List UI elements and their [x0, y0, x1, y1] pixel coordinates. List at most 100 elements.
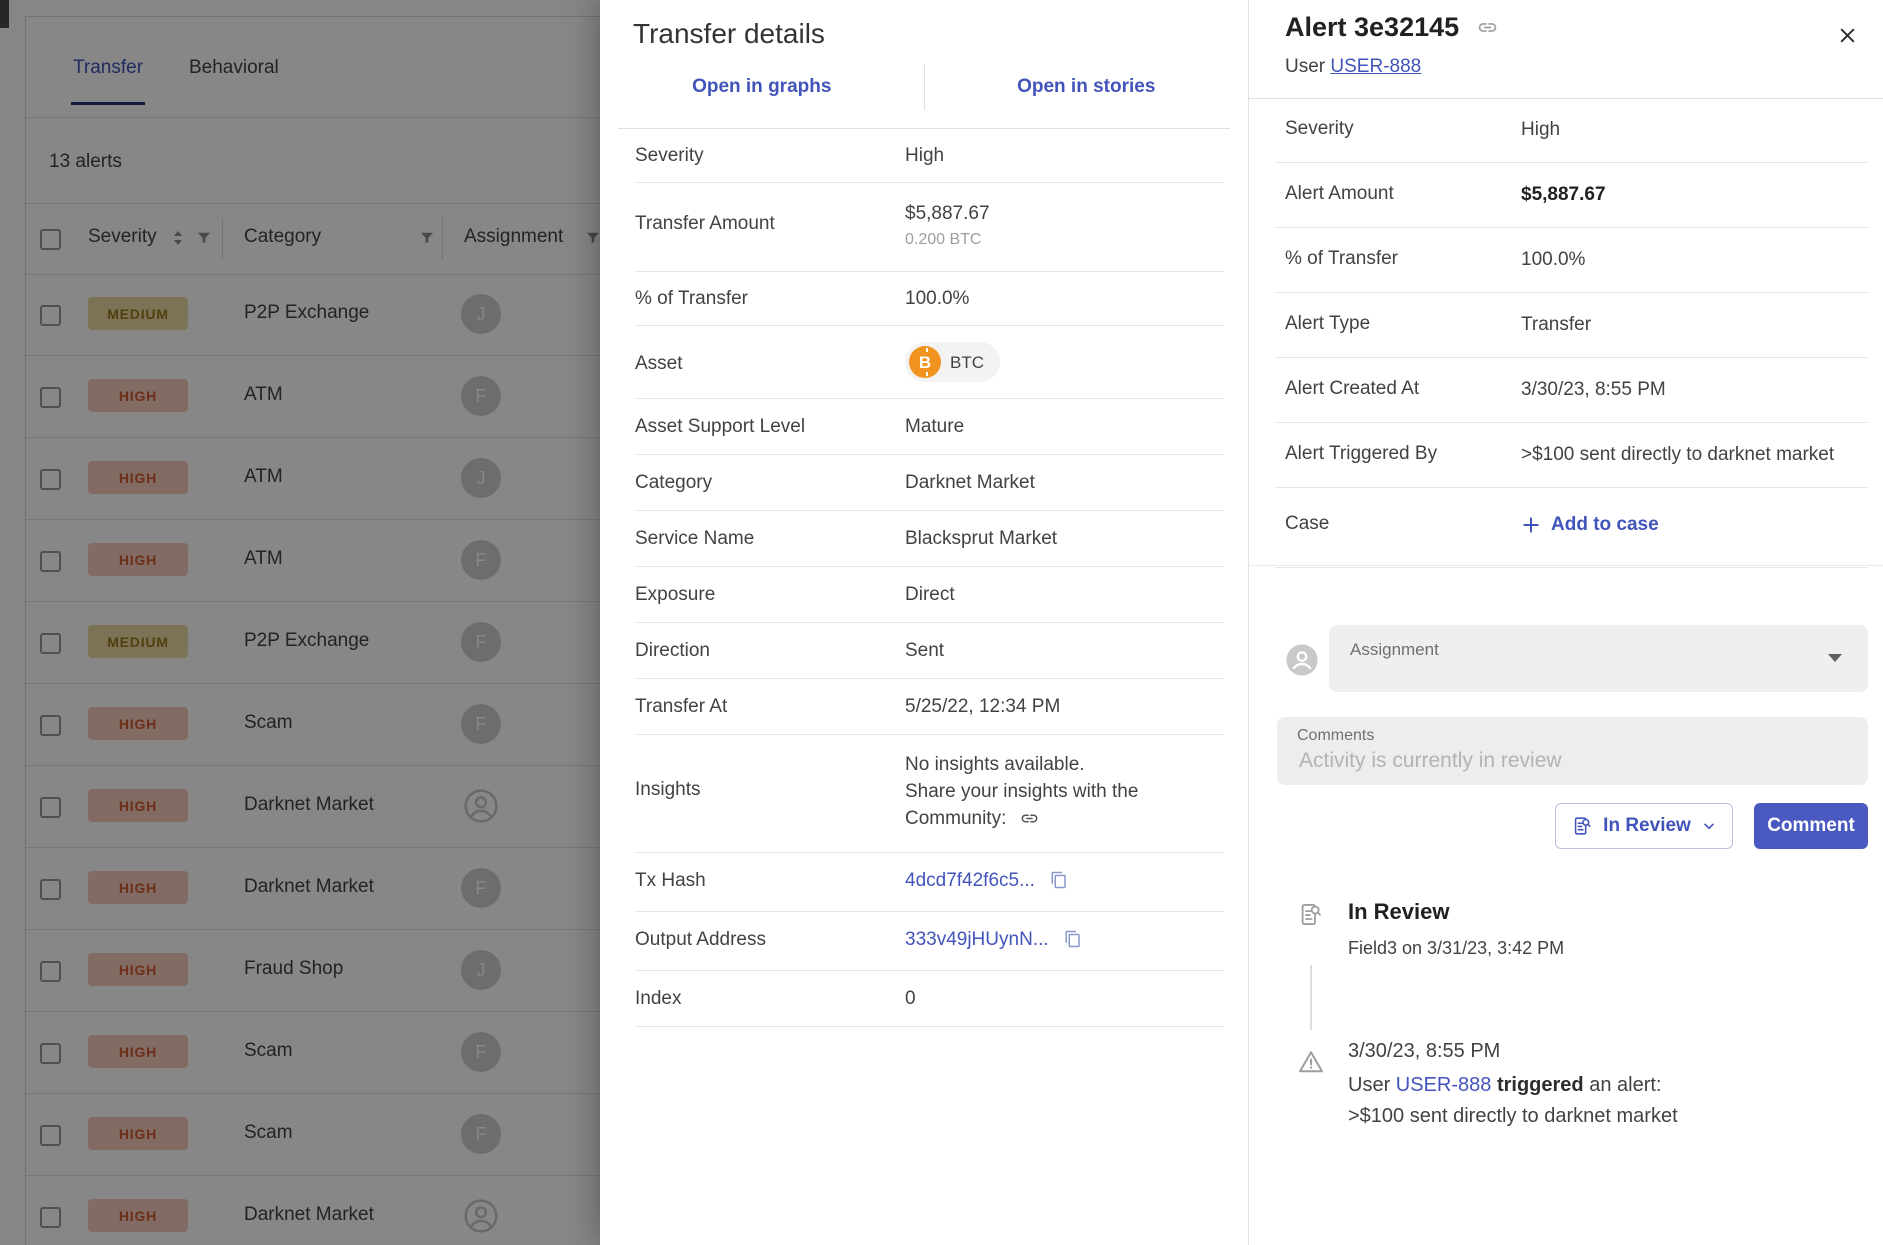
field-value: Darknet Market [905, 471, 1224, 494]
event-prefix: User [1348, 1074, 1390, 1096]
user-label: User [1285, 56, 1325, 77]
row-direction: Direction Sent [635, 623, 1224, 679]
field-label: Alert Triggered By [1275, 442, 1521, 466]
copy-icon[interactable] [1050, 871, 1068, 895]
field-label: Asset [635, 342, 905, 375]
field-label: Direction [635, 639, 905, 662]
modal-title: Transfer details [633, 18, 825, 50]
field-value: Sent [905, 639, 1224, 662]
link-icon[interactable] [1020, 809, 1039, 836]
row-asset: Asset B BTC [635, 326, 1224, 399]
close-icon[interactable] [1832, 20, 1862, 50]
field-label: Alert Amount [1275, 182, 1521, 206]
row-severity: Severity High [635, 129, 1224, 183]
row-alert-amount: Alert Amount $5,887.67 [1275, 163, 1868, 228]
assignee-avatar [1285, 643, 1319, 677]
event-verb: triggered [1497, 1074, 1584, 1096]
field-value: 100.0% [1521, 247, 1868, 273]
field-value: 5/25/22, 12:34 PM [905, 695, 1224, 718]
row-index: Index 0 [635, 971, 1224, 1027]
row-exposure: Exposure Direct [635, 567, 1224, 623]
row-asset-support-level: Asset Support Level Mature [635, 399, 1224, 455]
insights-line3: Community: [905, 805, 1224, 836]
alert-fields-list: Severity High Alert Amount $5,887.67 % o… [1275, 98, 1868, 568]
transfer-details-modal: Transfer details Open in graphs Open in … [600, 0, 1248, 1245]
field-label: Output Address [635, 928, 905, 951]
transfer-details-list: Severity High Transfer Amount $5,887.67 … [635, 129, 1224, 1027]
row-output-address: Output Address 333v49jHUynN... [635, 912, 1224, 971]
field-value: 0 [905, 987, 1224, 1010]
section-divider [1249, 565, 1883, 566]
add-to-case-label: Add to case [1551, 512, 1659, 538]
asset-chip: B BTC [905, 342, 1000, 382]
field-value: Blacksprut Market [905, 527, 1224, 550]
row-alert-triggered-by: Alert Triggered By >$100 sent directly t… [1275, 423, 1868, 488]
row-tx-hash: Tx Hash 4dcd7f42f6c5... [635, 853, 1224, 912]
action-buttons: In Review Comment [1555, 803, 1868, 849]
field-label: Asset Support Level [635, 415, 905, 438]
comments-label: Comments [1297, 727, 1374, 745]
open-in-stories-link[interactable]: Open in stories [925, 62, 1249, 112]
output-address-link[interactable]: 333v49jHUynN... [905, 929, 1049, 950]
field-value: Transfer [1521, 312, 1868, 338]
assignment-control: Assignment [1285, 625, 1868, 692]
bitcoin-icon: B [909, 346, 941, 378]
field-label: Transfer At [635, 695, 905, 718]
modal-links: Open in graphs Open in stories [600, 62, 1248, 112]
comments-field[interactable]: Comments [1277, 717, 1868, 785]
field-value: >$100 sent directly to darknet market [1521, 442, 1868, 468]
assignment-select[interactable]: Assignment [1329, 625, 1868, 692]
caret-down-icon [1828, 654, 1842, 662]
field-value: 333v49jHUynN... [905, 928, 1224, 954]
plus-icon [1521, 515, 1541, 535]
field-value: High [905, 144, 1224, 167]
open-in-graphs-link[interactable]: Open in graphs [600, 62, 924, 112]
tx-hash-link[interactable]: 4dcd7f42f6c5... [905, 870, 1035, 891]
amount-crypto: 0.200 BTC [905, 228, 1224, 251]
copy-icon[interactable] [1064, 930, 1082, 954]
comment-button[interactable]: Comment [1754, 803, 1868, 849]
status-dropdown-button[interactable]: In Review [1555, 803, 1733, 849]
field-value: Add to case [1521, 512, 1868, 543]
insights-line1: No insights available. [905, 751, 1224, 778]
field-value: No insights available. Share your insigh… [905, 751, 1224, 836]
row-transfer-amount: Transfer Amount $5,887.67 0.200 BTC [635, 183, 1224, 272]
event-detail: >$100 sent directly to darknet market [1348, 1105, 1678, 1127]
row-transfer-at: Transfer At 5/25/22, 12:34 PM [635, 679, 1224, 735]
timeline-connector [1310, 965, 1312, 1030]
field-label: Service Name [635, 527, 905, 550]
person-icon [1285, 643, 1319, 677]
row-service-name: Service Name Blacksprut Market [635, 511, 1224, 567]
add-to-case-button[interactable]: Add to case [1521, 512, 1659, 538]
field-value: 100.0% [905, 287, 1224, 310]
user-link[interactable]: USER-888 [1396, 1074, 1492, 1096]
field-label: Tx Hash [635, 869, 905, 892]
row-pct-of-transfer: % of Transfer 100.0% [635, 272, 1224, 326]
field-label: Case [1275, 512, 1521, 536]
chevron-down-icon [1701, 818, 1717, 834]
insights-community-label: Community: [905, 808, 1006, 829]
timeline-status-title: In Review [1348, 899, 1449, 925]
link-icon[interactable] [1477, 14, 1498, 44]
field-value: Direct [905, 583, 1224, 606]
field-label: Severity [1275, 117, 1521, 141]
field-value: Mature [905, 415, 1224, 438]
alert-drawer: Alert 3e32145 User USER-888 Severity Hig… [1248, 0, 1883, 1245]
field-label: Index [635, 987, 905, 1010]
warning-icon [1297, 1048, 1325, 1081]
assignment-placeholder: Assignment [1350, 640, 1439, 660]
asset-symbol: BTC [950, 351, 984, 374]
row-alert-created-at: Alert Created At 3/30/23, 8:55 PM [1275, 358, 1868, 423]
alert-title: Alert 3e32145 [1285, 12, 1498, 45]
row-alert-type: Alert Type Transfer [1275, 293, 1868, 358]
field-value: High [1521, 117, 1868, 143]
row-category: Category Darknet Market [635, 455, 1224, 511]
row-severity: Severity High [1275, 98, 1868, 163]
field-label: Exposure [635, 583, 905, 606]
amount-usd: $5,887.67 [905, 203, 990, 224]
insights-line2: Share your insights with the [905, 778, 1224, 805]
user-link[interactable]: USER-888 [1330, 56, 1421, 77]
comments-input[interactable] [1297, 747, 1852, 779]
event-suffix: an alert: [1589, 1074, 1661, 1096]
field-label: % of Transfer [635, 287, 905, 310]
